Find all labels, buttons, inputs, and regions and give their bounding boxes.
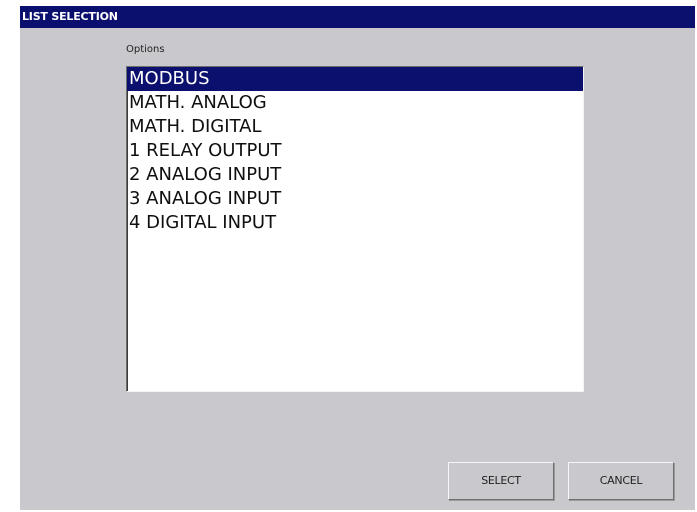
window-title: LIST SELECTION [20,6,695,28]
options-label: Options [126,44,165,55]
list-item[interactable]: MATH. DIGITAL [127,115,583,139]
options-listbox[interactable]: MODBUS MATH. ANALOG MATH. DIGITAL 1 RELA… [126,66,584,392]
list-item[interactable]: 3 ANALOG INPUT [127,187,583,211]
list-item[interactable]: 1 RELAY OUTPUT [127,139,583,163]
cancel-button[interactable]: CANCEL [568,462,674,500]
list-item[interactable]: MATH. ANALOG [127,91,583,115]
list-item[interactable]: 2 ANALOG INPUT [127,163,583,187]
list-selection-window: LIST SELECTION Options MODBUS MATH. ANAL… [20,6,695,510]
list-item-selected[interactable]: MODBUS [127,67,583,91]
list-item[interactable]: 4 DIGITAL INPUT [127,211,583,235]
select-button[interactable]: SELECT [448,462,554,500]
